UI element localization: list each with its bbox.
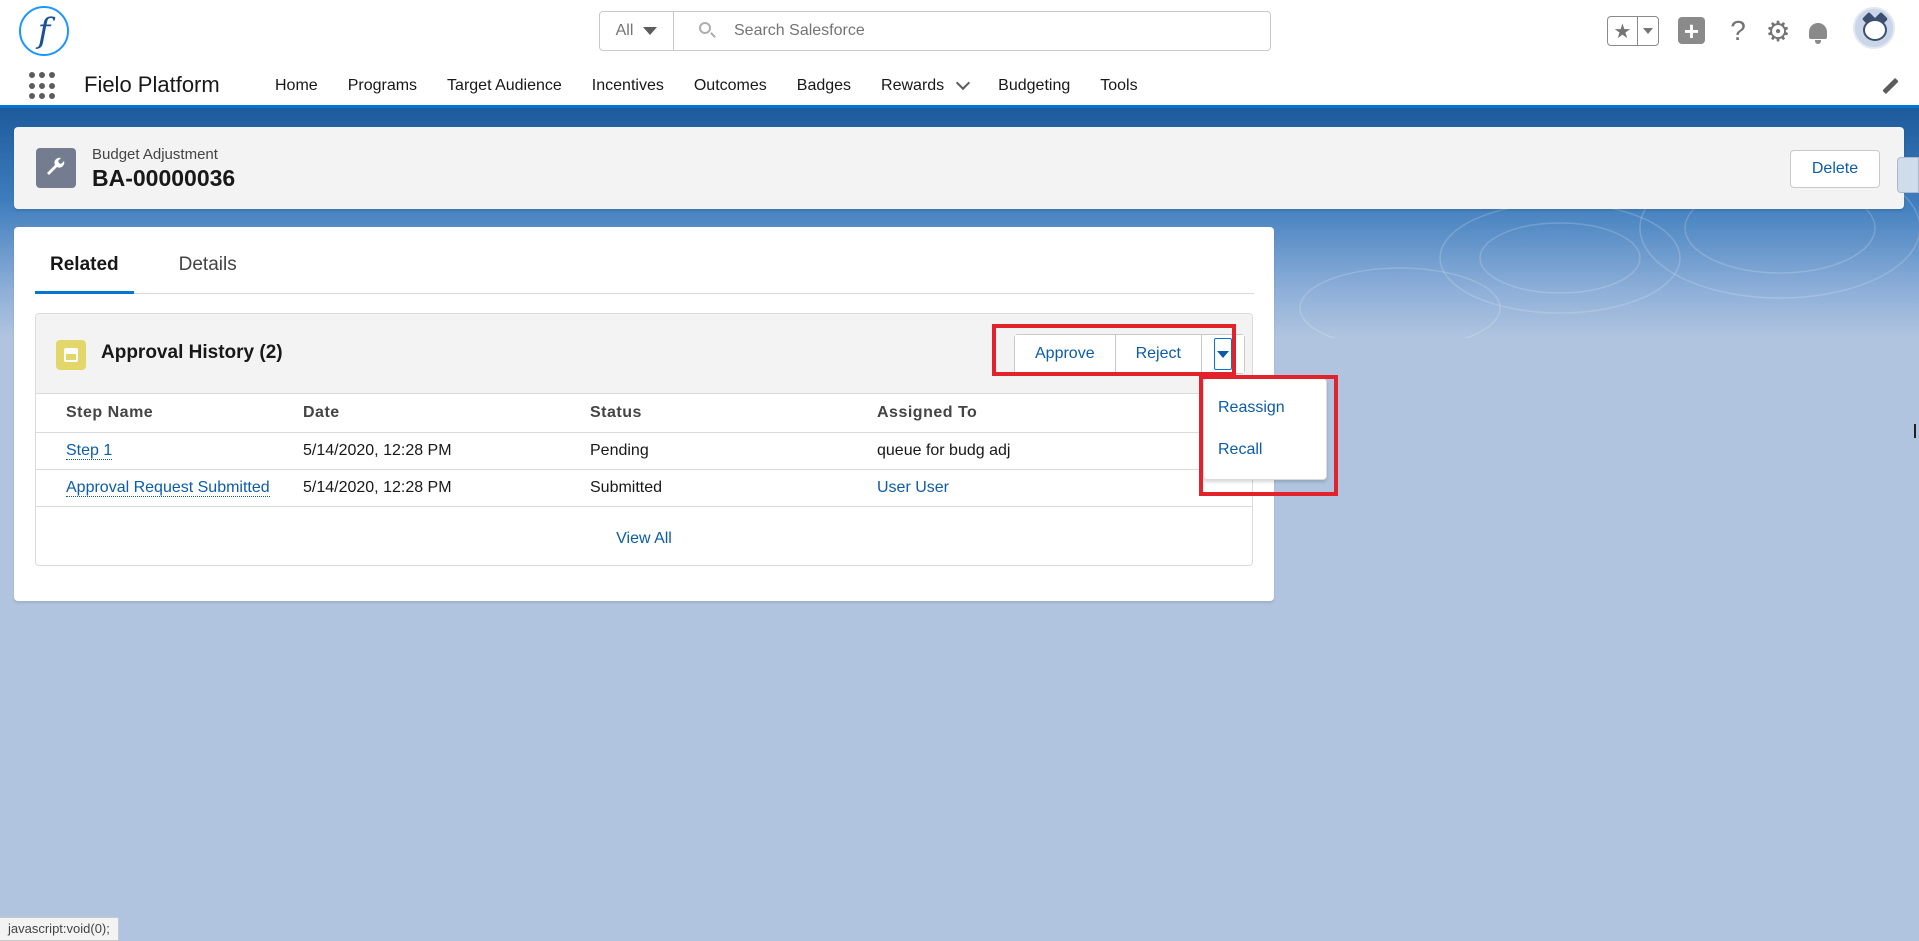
notifications-bell-icon[interactable] [1804, 17, 1832, 45]
table-header-row: Step Name Date Status Assigned To [36, 394, 1252, 433]
search-input[interactable] [734, 22, 1254, 40]
status-cell: Pending [590, 432, 877, 470]
approval-history-table: Step Name Date Status Assigned To Step 1… [36, 394, 1252, 507]
search-scope-select[interactable]: All [600, 12, 674, 50]
nav-item-rewards-label: Rewards [881, 76, 945, 94]
tab-details[interactable]: Details [164, 252, 252, 294]
delete-button[interactable]: Delete [1790, 150, 1880, 188]
search-scope-label: All [615, 22, 634, 39]
app-navigation-bar: Fielo Platform Home Programs Target Audi… [0, 63, 1919, 108]
edit-nav-pencil-icon[interactable] [1882, 77, 1900, 95]
chevron-down-icon [643, 27, 658, 35]
approval-history-title[interactable]: Approval History (2) [101, 342, 283, 364]
status-cell: Submitted [590, 469, 877, 507]
nav-item-outcomes[interactable]: Outcomes [679, 77, 782, 95]
step-name-link[interactable]: Step 1 [66, 441, 113, 460]
assigned-to-link[interactable]: User User [877, 479, 949, 496]
highlight-box-menu [1199, 375, 1338, 496]
search-icon [698, 21, 718, 41]
table-row: Approval Request Submitted 5/14/2020, 12… [36, 469, 1252, 507]
app-name: Fielo Platform [84, 72, 220, 97]
column-header-status: Status [590, 394, 877, 433]
date-cell: 5/14/2020, 12:28 PM [303, 469, 590, 507]
highlight-box-actions [992, 324, 1236, 376]
step-name-link[interactable]: Approval Request Submitted [66, 478, 270, 497]
app-logo[interactable]: f [19, 6, 69, 56]
column-header-step-name: Step Name [36, 394, 303, 433]
global-search: All [599, 11, 1271, 51]
nav-item-target-audience[interactable]: Target Audience [432, 77, 577, 95]
app-launcher-icon[interactable] [29, 72, 57, 100]
browser-status-bar: javascript:void(0); [0, 917, 119, 941]
favorites-list-button[interactable] [1638, 17, 1658, 45]
nav-item-budgeting[interactable]: Budgeting [983, 77, 1085, 95]
chevron-down-icon [1643, 28, 1653, 34]
record-detail-card: Related Details Approval History (2) App… [14, 227, 1274, 601]
column-header-assigned-to: Assigned To [877, 394, 1252, 433]
date-cell: 5/14/2020, 12:28 PM [303, 432, 590, 470]
assigned-to-cell: queue for budg adj [877, 432, 1252, 470]
tab-related[interactable]: Related [35, 252, 134, 294]
global-actions-add-icon[interactable]: + [1678, 17, 1705, 44]
column-header-date: Date [303, 394, 590, 433]
nav-items: Home Programs Target Audience Incentives… [260, 63, 1153, 108]
settings-gear-icon[interactable]: ⚙ [1764, 16, 1792, 47]
mouse-cursor [1914, 424, 1918, 438]
user-avatar[interactable] [1853, 7, 1895, 49]
help-icon[interactable]: ? [1724, 15, 1752, 46]
nav-item-home[interactable]: Home [260, 77, 333, 95]
nav-item-incentives[interactable]: Incentives [577, 77, 679, 95]
wrench-icon [36, 148, 76, 188]
nav-item-programs[interactable]: Programs [333, 77, 432, 95]
chevron-down-icon[interactable] [956, 75, 971, 90]
favorites-star-icon[interactable]: ★ [1608, 17, 1638, 45]
nav-item-badges[interactable]: Badges [782, 77, 866, 95]
record-tabs: Related Details [35, 252, 1254, 294]
record-name: BA-00000036 [92, 165, 236, 191]
approval-stamp-icon [56, 340, 86, 370]
nav-item-rewards[interactable]: Rewards [866, 75, 983, 95]
record-header: Budget Adjustment BA-00000036 Delete [14, 127, 1904, 209]
side-panel-toggle[interactable] [1897, 157, 1919, 193]
global-header: f All ★ + ? ⚙ [0, 0, 1919, 63]
record-type-label: Budget Adjustment [92, 146, 218, 163]
view-all-link[interactable]: View All [36, 530, 1252, 548]
logo-letter: f [37, 11, 51, 51]
favorites-button-group: ★ [1607, 16, 1659, 46]
nav-item-tools[interactable]: Tools [1085, 77, 1152, 95]
table-row: Step 1 5/14/2020, 12:28 PM Pending queue… [36, 432, 1252, 470]
